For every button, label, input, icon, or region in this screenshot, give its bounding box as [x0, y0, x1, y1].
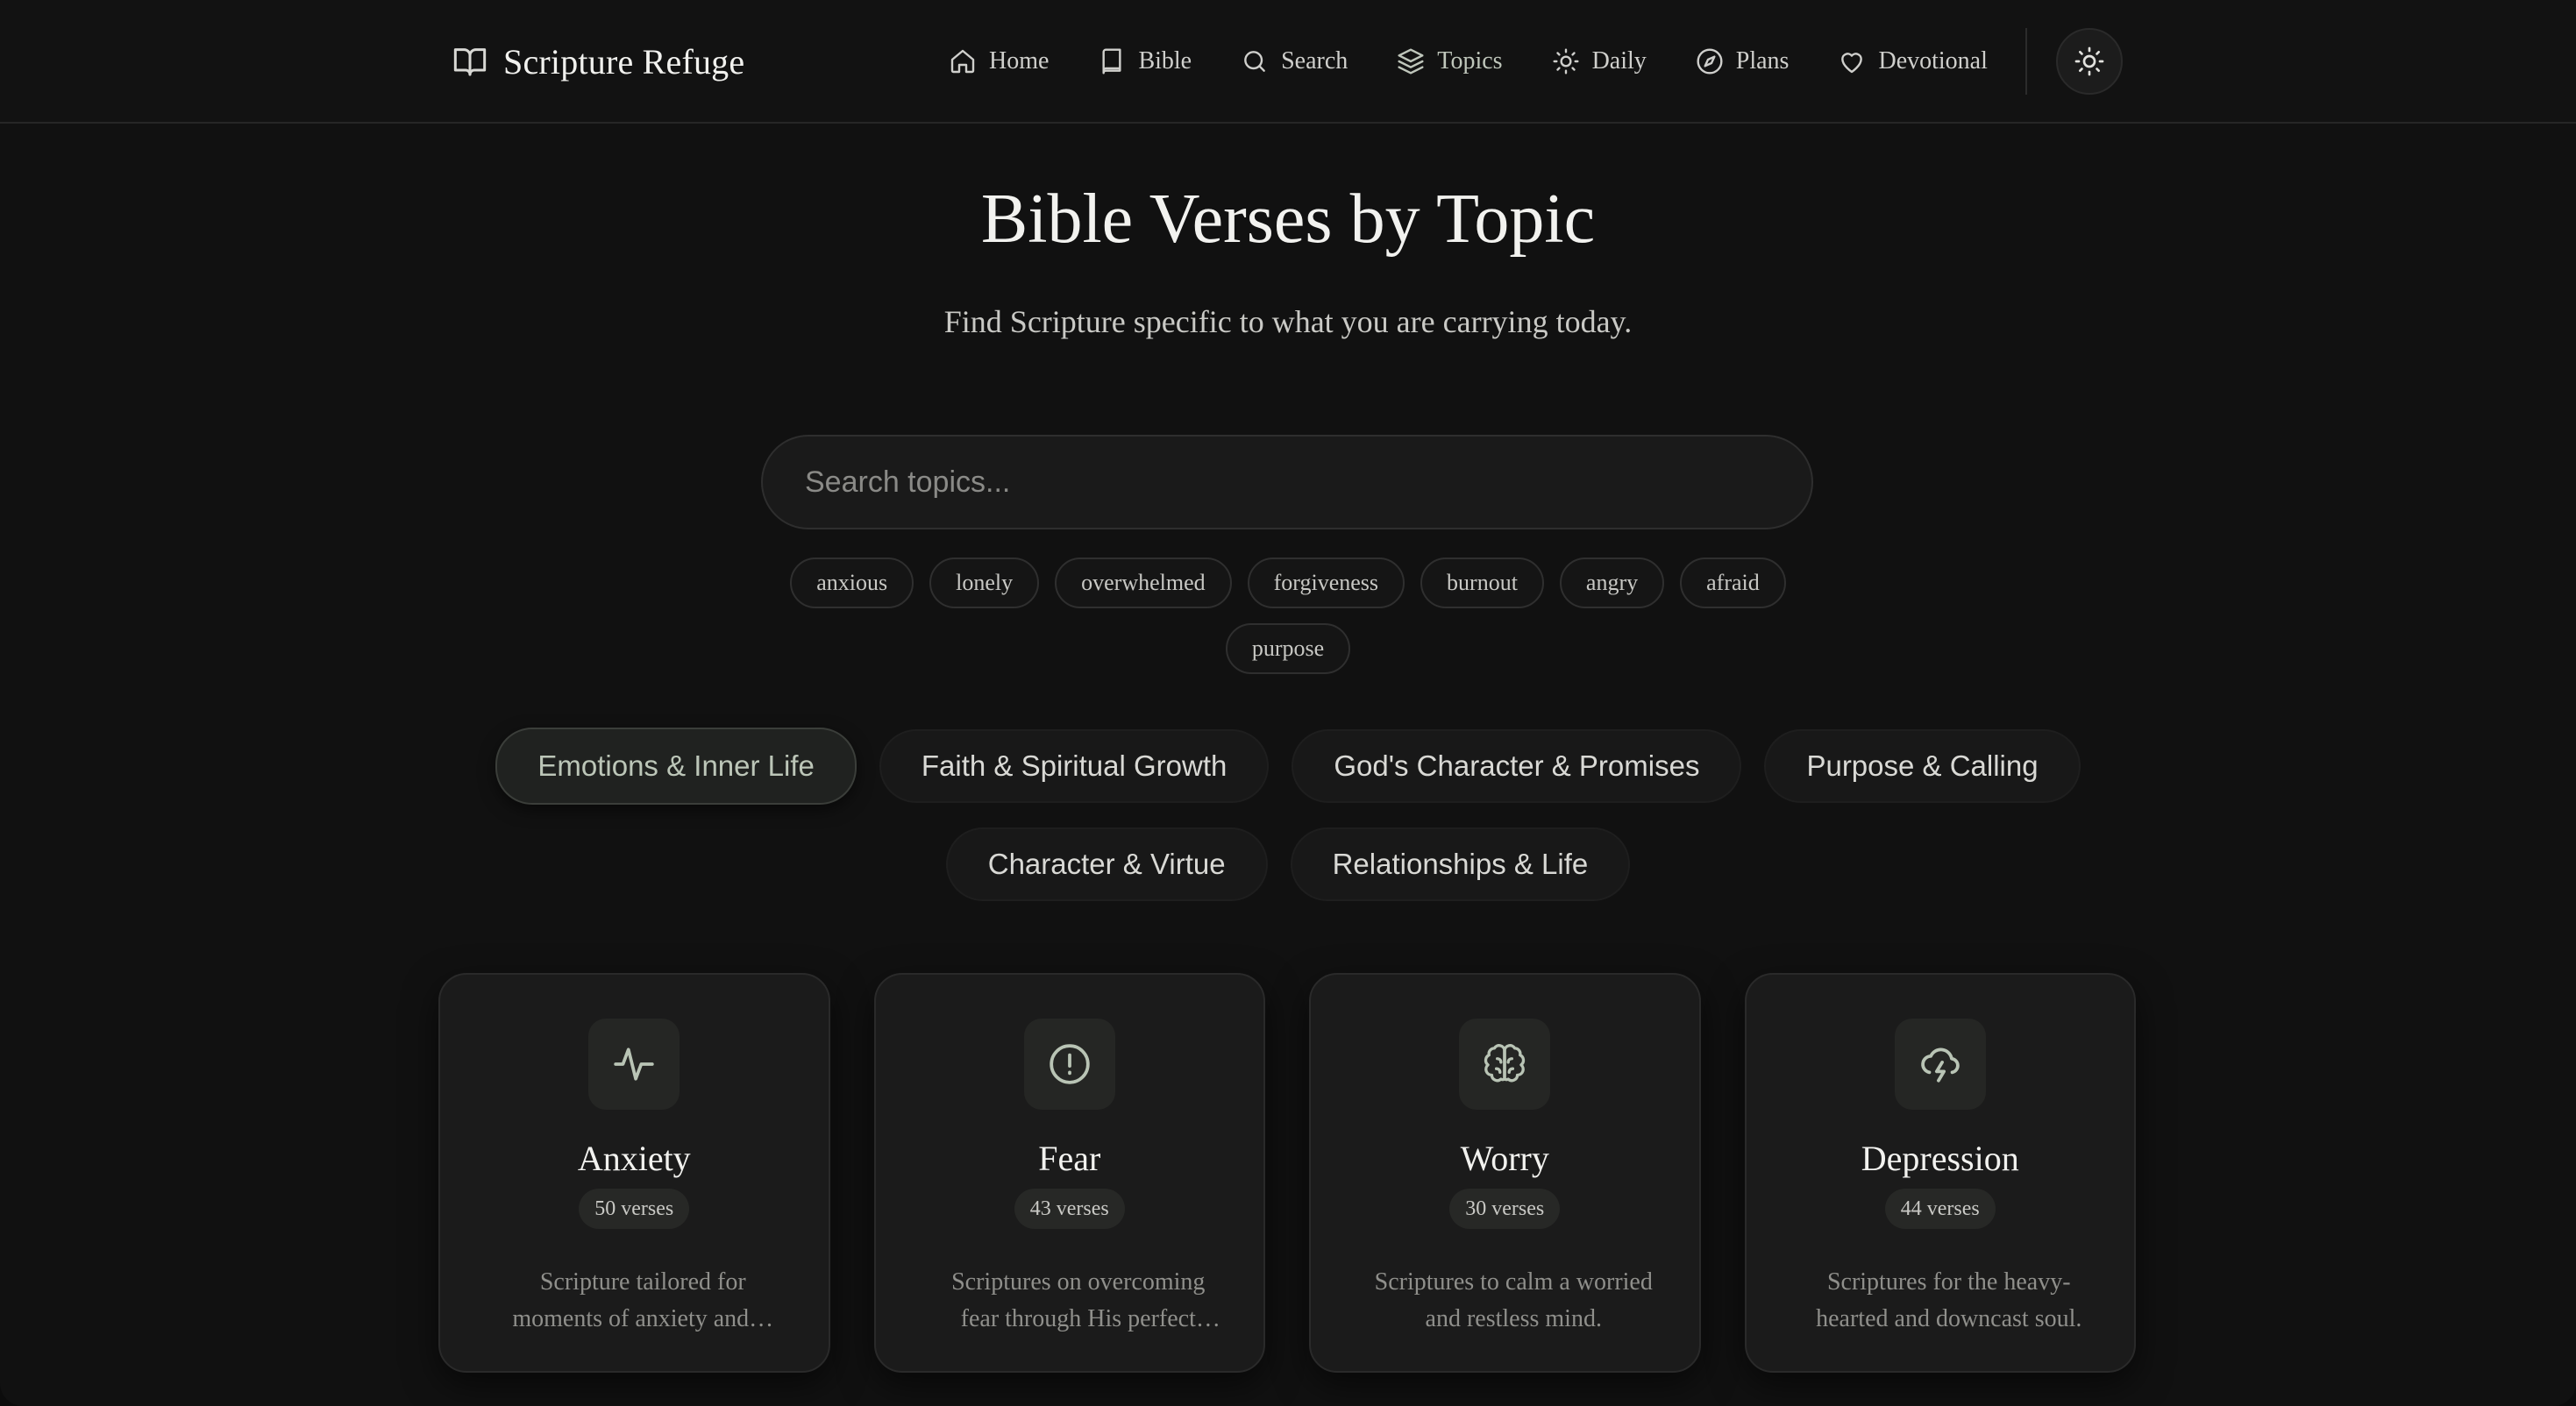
tab-character[interactable]: Character & Virtue [945, 827, 1268, 901]
topic-card-depression[interactable]: Depression 44 verses Scriptures for the … [1744, 973, 2136, 1373]
topic-icon-box [588, 1019, 680, 1110]
nav-search-label: Search [1281, 47, 1348, 75]
nav-search[interactable]: Search [1241, 47, 1348, 75]
heart-icon [1841, 53, 1863, 74]
storm-cloud-icon [1920, 1047, 1960, 1083]
page-title: Bible Verses by Topic [980, 181, 1596, 258]
topic-card-anxiety[interactable]: Anxiety 50 verses Scripture tailored for… [438, 973, 830, 1373]
topic-icon-box [1459, 1019, 1551, 1110]
brand-logo[interactable]: Scripture Refuge [452, 39, 744, 84]
tab-purpose[interactable]: Purpose & Calling [1764, 729, 2081, 803]
nav-topics[interactable]: Topics [1397, 47, 1503, 75]
brand-name: Scripture Refuge [503, 41, 745, 82]
alert-circle-icon [1050, 1044, 1090, 1084]
layers-icon [1398, 48, 1424, 75]
tag-chip[interactable]: burnout [1420, 557, 1544, 608]
topic-title: Anxiety [577, 1139, 691, 1178]
app-window: Scripture Refuge Home Bible Search Topic… [0, 0, 2576, 1406]
tab-gods-character[interactable]: God's Character & Promises [1292, 729, 1742, 803]
topic-description: Scripture tailored for moments of anxiet… [512, 1268, 774, 1332]
verse-count-badge: 43 verses [1014, 1189, 1125, 1229]
open-book-icon [453, 48, 487, 76]
topic-description: Scriptures on overcoming fear through Hi… [951, 1268, 1206, 1332]
topic-title: Depression [1861, 1139, 2019, 1178]
sun-icon [2074, 46, 2104, 76]
tag-chip[interactable]: purpose [1225, 623, 1351, 674]
topic-title: Worry [1460, 1139, 1549, 1178]
nav-devotional[interactable]: Devotional [1838, 47, 1988, 75]
brain-icon [1484, 1044, 1526, 1083]
category-tabs-row-2: Character & Virtue Relationships & Life [0, 827, 2576, 901]
main-nav: Home Bible Search Topics Daily Plans Dev… [949, 40, 1988, 82]
nav-daily-label: Daily [1591, 47, 1647, 75]
topic-card-fear[interactable]: Fear 43 verses Scriptures on overcoming … [873, 973, 1265, 1373]
top-navbar: Scripture Refuge Home Bible Search Topic… [0, 0, 2576, 124]
pulse-icon [614, 1047, 654, 1081]
category-tabs-row-1: Emotions & Inner Life Faith & Spiritual … [0, 726, 2576, 806]
nav-devotional-label: Devotional [1878, 47, 1988, 75]
tab-relationships[interactable]: Relationships & Life [1290, 827, 1631, 901]
quick-tags-row-2: purpose [0, 623, 2576, 674]
page-subtitle: Find Scripture specific to what you are … [943, 304, 1633, 339]
verse-count-badge: 50 verses [579, 1189, 690, 1229]
nav-bible-label: Bible [1138, 47, 1192, 75]
topic-description: Scriptures for the heavy-hearted and dow… [1816, 1268, 2082, 1332]
topic-card-worry[interactable]: Worry 30 verses Scriptures to calm a wor… [1309, 973, 1701, 1373]
topic-search-box[interactable] [761, 435, 1813, 529]
topic-icon-box [1894, 1019, 1986, 1110]
search-icon [1244, 51, 1265, 72]
tag-chip[interactable]: angry [1559, 557, 1665, 608]
tag-chip[interactable]: afraid [1680, 557, 1786, 608]
tab-emotions[interactable]: Emotions & Inner Life [495, 728, 857, 805]
tab-faith[interactable]: Faith & Spiritual Growth [879, 729, 1270, 803]
tag-chip[interactable]: lonely [929, 557, 1040, 608]
sun-icon [1553, 48, 1579, 75]
topic-card-grid: Anxiety 50 verses Scripture tailored for… [438, 973, 2136, 1373]
topic-search-input[interactable] [805, 465, 1811, 500]
book-icon [1102, 48, 1121, 75]
home-icon [950, 49, 975, 74]
topic-title: Fear [1038, 1139, 1101, 1178]
nav-bible[interactable]: Bible [1098, 47, 1192, 75]
nav-divider [2025, 28, 2027, 95]
nav-home[interactable]: Home [949, 47, 1049, 75]
verse-count-badge: 30 verses [1449, 1189, 1561, 1229]
quick-tags-row-1: anxious lonely overwhelmed forgiveness b… [0, 557, 2576, 608]
nav-topics-label: Topics [1437, 47, 1503, 75]
tag-chip[interactable]: overwhelmed [1055, 557, 1232, 608]
compass-icon [1697, 48, 1723, 75]
tag-chip[interactable]: anxious [790, 557, 914, 608]
theme-toggle-button[interactable] [2056, 28, 2123, 95]
nav-home-label: Home [989, 47, 1050, 75]
topic-description: Scriptures to calm a worried and restles… [1374, 1268, 1653, 1332]
topic-icon-box [1023, 1019, 1115, 1110]
nav-plans-label: Plans [1735, 47, 1790, 75]
verse-count-badge: 44 verses [1884, 1189, 1996, 1229]
tag-chip[interactable]: forgiveness [1247, 557, 1405, 608]
nav-plans[interactable]: Plans [1696, 47, 1790, 75]
nav-daily[interactable]: Daily [1552, 47, 1647, 75]
